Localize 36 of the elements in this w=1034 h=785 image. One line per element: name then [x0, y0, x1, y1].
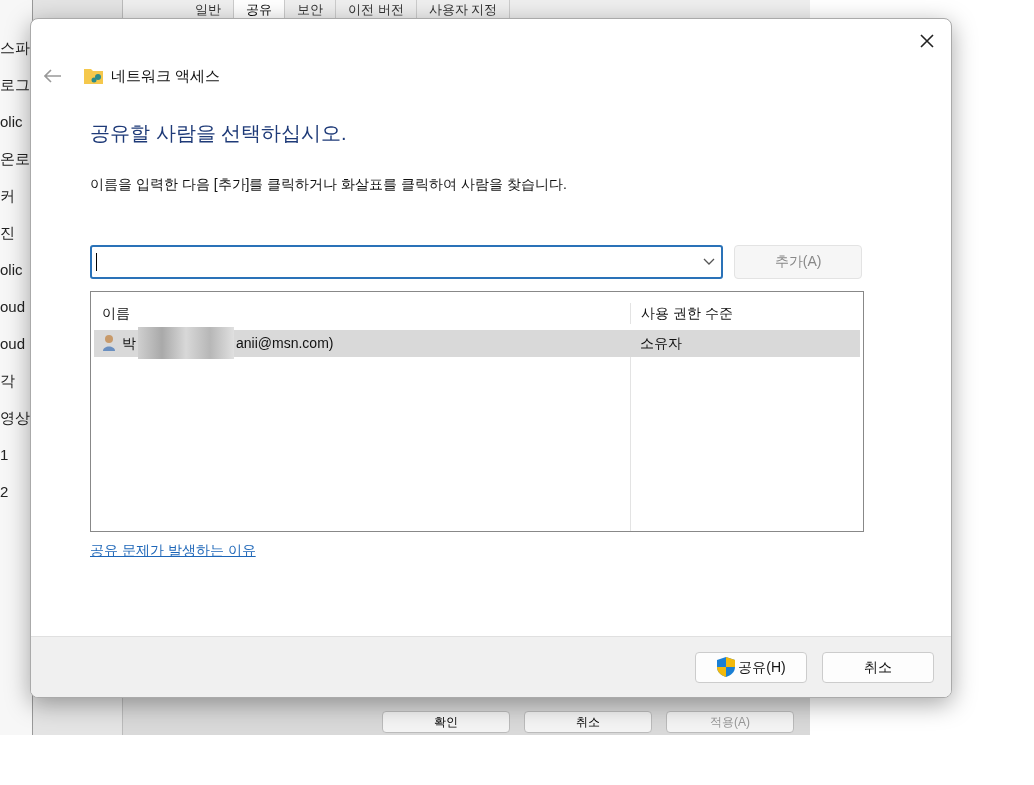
sidebar-item[interactable]: 영상	[0, 408, 32, 428]
sidebar-item[interactable]: olic	[0, 260, 32, 280]
dialog-button[interactable]: 확인	[382, 711, 510, 733]
user-email: anii@msn.com)	[236, 333, 334, 353]
close-icon	[919, 33, 935, 49]
cancel-button[interactable]: 취소	[822, 651, 934, 683]
sidebar-item[interactable]: 스파	[0, 38, 32, 58]
back-arrow-icon	[44, 69, 62, 84]
shared-folder-icon	[83, 66, 105, 87]
text-cursor	[96, 252, 97, 271]
page-heading: 공유할 사람을 선택하십시오.	[90, 120, 348, 146]
sidebar-item[interactable]: olic	[0, 112, 32, 132]
column-header: 사용 권한 수준	[630, 302, 860, 324]
sidebar-item[interactable]: 온로	[0, 149, 32, 169]
share-button[interactable]: 공유(H)	[695, 651, 807, 683]
name-combo-box[interactable]	[90, 244, 724, 279]
instruction-text: 이름을 입력한 다음 [추가]를 클릭하거나 화살표를 클릭하여 사람을 찾습니다.	[90, 174, 568, 194]
shield-icon	[716, 656, 737, 678]
tab[interactable]: 공유	[234, 0, 285, 20]
sidebar-item[interactable]: 진	[0, 223, 32, 243]
sidebar-item[interactable]: 로그	[0, 75, 32, 95]
sidebar-item[interactable]: oud	[0, 334, 32, 354]
permission-level: 소유자	[639, 333, 683, 353]
sidebar-item[interactable]: 2	[0, 482, 32, 502]
window-title: 네트워크 액세스	[111, 66, 221, 86]
chevron-down-icon	[703, 257, 716, 266]
sidebar-item[interactable]: oud	[0, 297, 32, 317]
sidebar-item[interactable]: 각	[0, 371, 32, 391]
dialog-button[interactable]: 취소	[524, 711, 652, 733]
sidebar-item[interactable]: 1	[0, 445, 32, 465]
user-icon	[102, 334, 116, 352]
help-link[interactable]: 공유 문제가 발생하는 이유	[90, 539, 256, 561]
column-header: 이름	[101, 303, 131, 323]
list-row[interactable]: 박 anii@msn.com) 소유자	[94, 329, 860, 357]
sidebar-item[interactable]: 커	[0, 186, 32, 206]
user-name: 박	[122, 333, 136, 353]
